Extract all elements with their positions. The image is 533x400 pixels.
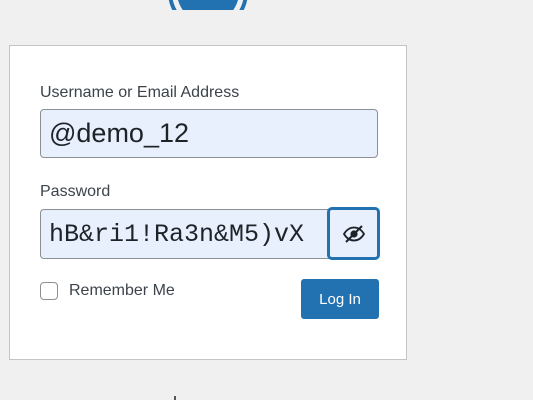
toggle-password-visibility-button[interactable]: [328, 208, 379, 259]
remember-me-row[interactable]: Remember Me: [40, 282, 175, 300]
login-page: Username or Email Address Password Remem…: [0, 0, 533, 400]
username-input[interactable]: [40, 109, 378, 158]
username-label: Username or Email Address: [40, 84, 240, 101]
login-button[interactable]: Log In: [301, 279, 379, 319]
remember-me-checkbox[interactable]: [40, 282, 58, 300]
password-label: Password: [40, 183, 111, 200]
eye-slash-icon: [342, 224, 365, 243]
wordpress-logo-icon[interactable]: [166, 0, 250, 10]
remember-me-label[interactable]: Remember Me: [69, 282, 175, 300]
login-form: Username or Email Address Password Remem…: [9, 45, 407, 360]
divider-mark: [174, 396, 176, 400]
password-input[interactable]: [40, 209, 338, 259]
